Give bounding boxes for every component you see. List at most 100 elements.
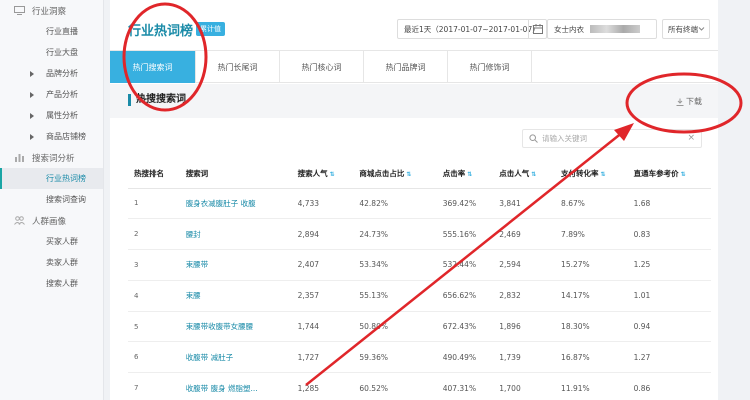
table-cell: 42.82% <box>353 188 437 220</box>
table-cell: 2,469 <box>493 218 556 251</box>
sort-icon[interactable]: ⇅ <box>601 171 606 178</box>
tab-modifier-words[interactable]: 热门修饰词 <box>448 51 532 83</box>
table-row: 1 腹身衣减腹肚子 收腹 4,733 42.82% 369.42% 3,841 8.67% 1… <box>128 188 711 220</box>
table-cell: 2,832 <box>493 280 556 312</box>
bar-chart-icon <box>15 154 24 162</box>
keyword-link[interactable]: 束腰带收腹带女腰腰 <box>179 311 292 343</box>
sort-icon[interactable]: ⇅ <box>467 171 472 178</box>
table-row: 5 束腰带收腹带女腰腰 1,744 50.80% 672.43% 1,896 18.30% 0… <box>128 311 711 343</box>
table-body: 1 腹身衣减腹肚子 收腹 4,733 42.82% 369.42% 3,841 8.67% 1… <box>128 188 711 400</box>
table-cell: 11.91% <box>555 372 628 400</box>
sort-icon[interactable]: ⇅ <box>681 171 686 178</box>
sidebar-group-industry[interactable]: 行业洞察 <box>0 0 103 21</box>
table-cell: 407.31% <box>436 372 494 400</box>
table-cell: 672.43% <box>436 311 494 343</box>
sidebar-group-crowd[interactable]: 人群画像 <box>0 210 103 231</box>
calendar-icon[interactable] <box>528 20 546 38</box>
table-header-row: 热搜排名 搜索词 搜索人气 ⇅ 商城点击占比 ⇅ 点击率 ⇅ 点击人气 ⇅ 支付转化率 ⇅ 直通车参考价… <box>128 160 711 189</box>
sort-icon[interactable]: ⇅ <box>406 171 411 178</box>
sidebar-item-shop-ranking[interactable]: 商品店铺榜 <box>0 126 103 147</box>
table-cell: 1.25 <box>627 249 711 281</box>
sidebar-item-seller-crowd[interactable]: 卖家人群 <box>0 252 103 273</box>
sort-icon[interactable]: ⇅ <box>330 171 335 178</box>
sidebar-item-buyer-crowd[interactable]: 买家人群 <box>0 231 103 252</box>
column-header-label: 直通车参考价 <box>633 169 679 179</box>
header: 行业热词榜 累计值 最近1天（2017-01-07~2017-01-07） 女士… <box>110 0 718 46</box>
keyword-link[interactable]: 腰封 <box>179 218 292 251</box>
column-header-label: 搜索人气 <box>297 169 328 179</box>
table-cell: 24.73% <box>353 218 437 251</box>
sidebar-item-industry-hotwords[interactable]: 行业热词榜 <box>0 168 103 189</box>
keyword-link[interactable]: 收腹带 腹身 燃脂塑... <box>179 372 292 400</box>
monitor-icon <box>14 6 25 15</box>
sidebar-item-search-crowd[interactable]: 搜索人群 <box>0 273 103 294</box>
column-header[interactable]: 搜索人气 ⇅ <box>291 160 354 189</box>
table-cell: 2,357 <box>291 280 354 312</box>
column-header: 热搜排名 <box>128 160 180 189</box>
date-range-text: 最近1天（2017-01-07~2017-01-07） <box>404 24 540 34</box>
column-header[interactable]: 商城点击占比 ⇅ <box>353 160 437 189</box>
sidebar-item-product-analysis[interactable]: 产品分析 <box>0 84 103 105</box>
category-selector[interactable]: 女士内衣 <box>547 19 657 39</box>
section-title: 热搜搜索词 <box>128 94 186 106</box>
category-text: 女士内衣 <box>554 24 584 34</box>
sidebar-item-search-query[interactable]: 搜索词查询 <box>0 189 103 210</box>
people-icon <box>14 216 25 225</box>
table-cell: 2,594 <box>493 249 556 281</box>
column-header-label: 点击率 <box>442 169 466 179</box>
column-header-label: 点击人气 <box>499 169 530 179</box>
keyword-link[interactable]: 腹身衣减腹肚子 收腹 <box>179 188 292 220</box>
download-button[interactable]: 下载 <box>676 96 702 107</box>
table-row: 4 束腰 2,357 55.13% 656.62% 2,832 14.17% 1.01 <box>128 280 711 312</box>
table-cell: 7.89% <box>555 218 628 251</box>
hotwords-table: 热搜排名 搜索词 搜索人气 ⇅ 商城点击占比 ⇅ 点击率 ⇅ 点击人气 ⇅ 支付转化率 ⇅ 直通车参考价… <box>128 160 711 400</box>
column-header-label: 商城点击占比 <box>359 169 405 179</box>
table-row: 3 束腰带 2,407 53.34% 532.44% 2,594 15.27% 1.25 <box>128 249 711 281</box>
table-cell: 1,727 <box>291 341 354 374</box>
terminal-text: 所有终端 <box>668 24 698 34</box>
tab-brand-words[interactable]: 热门品牌词 <box>364 51 448 83</box>
cumulative-badge: 累计值 <box>196 22 225 36</box>
table-cell: 0.83 <box>627 218 711 251</box>
column-header[interactable]: 点击率 ⇅ <box>436 160 494 189</box>
keyword-search-input[interactable]: 请输入关键词 × <box>522 129 702 148</box>
clear-icon[interactable]: × <box>687 133 695 143</box>
sidebar-group-label: 人群画像 <box>32 216 67 227</box>
date-range-picker[interactable]: 最近1天（2017-01-07~2017-01-07） <box>397 19 547 39</box>
tab-long-tail-words[interactable]: 热门长尾词 <box>196 51 280 83</box>
page-title: 行业热词榜 <box>128 24 194 39</box>
table-cell: 50.80% <box>353 311 437 343</box>
search-placeholder: 请输入关键词 <box>542 134 587 143</box>
tab-core-words[interactable]: 热门核心词 <box>280 51 364 83</box>
column-header[interactable]: 点击人气 ⇅ <box>493 160 556 189</box>
keyword-link[interactable]: 收腹带 减肚子 <box>179 341 292 374</box>
column-header[interactable]: 支付转化率 ⇅ <box>555 160 628 189</box>
sidebar-item-industry-live[interactable]: 行业直播 <box>0 21 103 42</box>
sort-icon[interactable]: ⇅ <box>531 171 536 178</box>
sidebar-item-attribute-analysis[interactable]: 属性分析 <box>0 105 103 126</box>
table-cell: 1,896 <box>493 311 556 343</box>
keyword-link[interactable]: 束腰 <box>179 280 292 312</box>
rank-cell: 5 <box>128 311 180 343</box>
search-icon <box>529 134 538 143</box>
table-cell: 8.67% <box>555 188 628 220</box>
sidebar-group-search-words[interactable]: 搜索词分析 <box>0 147 103 168</box>
sidebar-item-brand-analysis[interactable]: 品牌分析 <box>0 63 103 84</box>
table-cell: 59.36% <box>353 341 437 374</box>
column-header[interactable]: 直通车参考价 ⇅ <box>627 160 711 189</box>
sidebar-item-industry-market[interactable]: 行业大盘 <box>0 42 103 63</box>
table-cell: 3,841 <box>493 188 556 220</box>
table-cell: 14.17% <box>555 280 628 312</box>
table-cell: 2,894 <box>291 218 354 251</box>
table-cell: 15.27% <box>555 249 628 281</box>
table-row: 7 收腹带 腹身 燃脂塑... 1,285 60.52% 407.31% 1,700 11.… <box>128 372 711 400</box>
tab-bar: 热门搜索词 热门长尾词 热门核心词 热门品牌词 热门修饰词 <box>110 50 718 83</box>
sidebar-group-label: 搜索词分析 <box>32 153 75 164</box>
tab-hot-search-words[interactable]: 热门搜索词 <box>110 51 196 83</box>
terminal-select[interactable]: 所有终端 <box>662 19 710 39</box>
keyword-link[interactable]: 束腰带 <box>179 249 292 281</box>
table-cell: 53.34% <box>353 249 437 281</box>
table-cell: 60.52% <box>353 372 437 400</box>
sidebar: 行业洞察 行业直播 行业大盘 品牌分析 产品分析 属性分析 商品店铺榜 搜索词分… <box>0 0 104 400</box>
table-cell: 55.13% <box>353 280 437 312</box>
